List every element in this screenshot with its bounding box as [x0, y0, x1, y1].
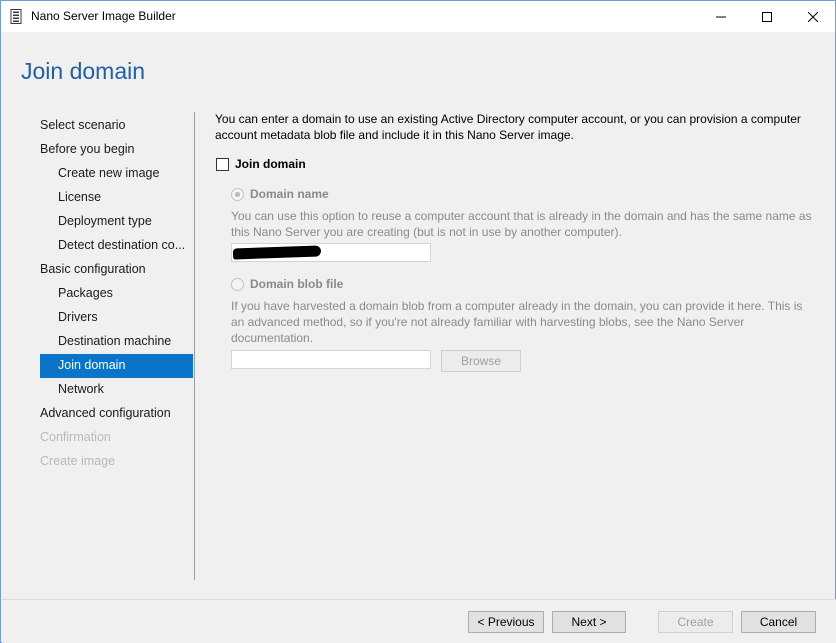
maximize-icon: [762, 11, 772, 22]
nav-item-license[interactable]: License: [40, 186, 193, 210]
nav-divider: [194, 112, 195, 580]
nav-item-advanced-configuration[interactable]: Advanced configuration: [40, 402, 193, 426]
join-domain-label: Join domain: [235, 157, 306, 171]
window-title: Nano Server Image Builder: [31, 9, 176, 23]
close-button[interactable]: [790, 1, 836, 32]
domain-blob-description: If you have harvested a domain blob from…: [231, 299, 803, 345]
domain-name-radio: [231, 188, 244, 201]
redaction-mark: [232, 245, 322, 260]
domain-blob-label: Domain blob file: [250, 277, 344, 291]
nav-item-destination-machine[interactable]: Destination machine: [40, 330, 193, 354]
cancel-button[interactable]: Cancel: [741, 611, 816, 633]
close-icon: [808, 11, 818, 22]
domain-name-input: [231, 243, 431, 262]
minimize-icon: [716, 16, 726, 17]
nav-item-create-image: Create image: [40, 454, 116, 468]
app-window: Nano Server Image Builder Join domain Se…: [0, 0, 836, 643]
nav-item-drivers[interactable]: Drivers: [40, 306, 193, 330]
domain-name-label: Domain name: [250, 187, 329, 201]
nav-item-deployment-type[interactable]: Deployment type: [40, 210, 193, 234]
app-icon: [10, 9, 22, 24]
create-button: Create: [658, 611, 733, 633]
nav-item-network[interactable]: Network: [40, 378, 193, 402]
intro-text: You can enter a domain to use an existin…: [215, 112, 801, 142]
page-title: Join domain: [21, 58, 146, 84]
previous-button[interactable]: < Previous: [468, 611, 544, 633]
nav-item-packages[interactable]: Packages: [40, 282, 193, 306]
nav-item-detect-destination[interactable]: Detect destination co...: [40, 234, 193, 258]
maximize-button[interactable]: [744, 1, 790, 32]
nav-item-before-you-begin[interactable]: Before you begin: [40, 138, 193, 162]
nav-item-confirmation: Confirmation: [40, 430, 111, 444]
title-bar[interactable]: Nano Server Image Builder: [1, 1, 835, 32]
nav-item-basic-configuration[interactable]: Basic configuration: [40, 258, 193, 282]
next-button[interactable]: Next >: [552, 611, 626, 633]
nav-item-select-scenario[interactable]: Select scenario: [40, 114, 193, 138]
browse-button: Browse: [441, 350, 521, 372]
nav-item-join-domain[interactable]: Join domain: [40, 354, 193, 378]
domain-name-description: You can use this option to reuse a compu…: [231, 209, 812, 239]
domain-blob-radio: [231, 278, 244, 291]
join-domain-checkbox[interactable]: [216, 158, 229, 171]
nav-item-create-new-image[interactable]: Create new image: [40, 162, 193, 186]
minimize-button[interactable]: [698, 1, 744, 32]
domain-blob-input: [231, 350, 431, 369]
